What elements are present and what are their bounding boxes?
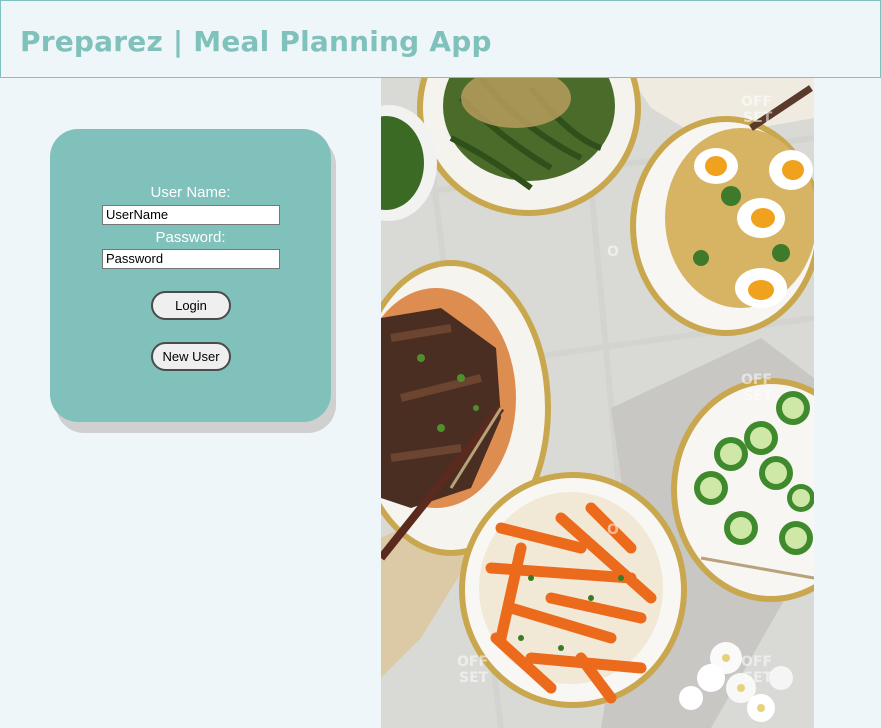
food-hero-image: OFF SET O OFF SET O OFF SET OFF SET <box>381 78 814 728</box>
username-label: User Name: <box>150 184 231 201</box>
watermark: SET <box>743 670 773 686</box>
watermark: O <box>607 522 619 538</box>
login-card: User Name: UserName Password: Password L… <box>50 129 331 422</box>
app-title: Preparez | Meal Planning App <box>20 25 492 58</box>
watermark: SET <box>459 670 489 686</box>
password-input[interactable]: Password <box>102 249 280 269</box>
new-user-button[interactable]: New User <box>151 342 231 371</box>
food-table-illustration: OFF SET O OFF SET O OFF SET OFF SET <box>381 78 814 728</box>
watermark: SET <box>743 388 773 404</box>
password-label: Password: <box>155 229 226 246</box>
watermark: O <box>607 244 619 260</box>
username-input[interactable]: UserName <box>102 205 280 225</box>
watermark: OFF <box>741 654 772 670</box>
watermark: OFF <box>741 94 772 110</box>
carrot-bowl <box>459 472 687 708</box>
watermark: OFF <box>741 372 772 388</box>
watermark: OFF <box>457 654 488 670</box>
app-header: Preparez | Meal Planning App <box>0 0 881 78</box>
login-button[interactable]: Login <box>151 291 231 320</box>
watermark: SET <box>743 110 773 126</box>
